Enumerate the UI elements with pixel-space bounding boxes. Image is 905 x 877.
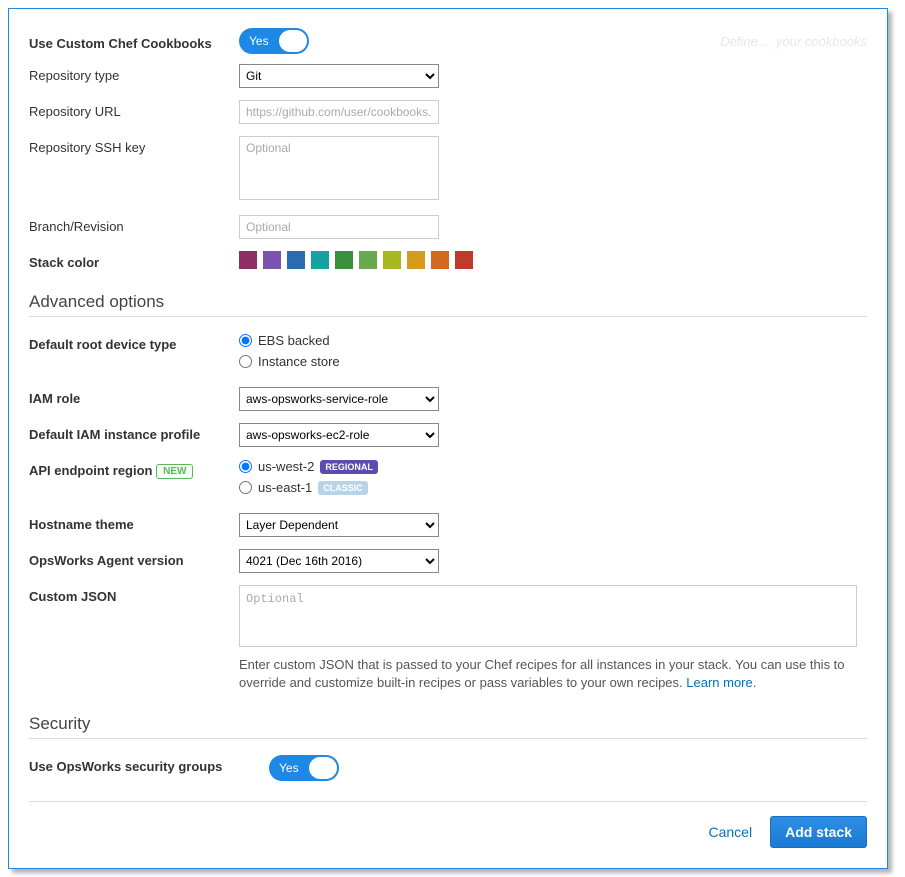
footer: Cancel Add stack xyxy=(29,816,867,848)
hostname-label: Hostname theme xyxy=(29,513,239,532)
color-swatches xyxy=(239,251,867,269)
use-sg-label: Use OpsWorks security groups xyxy=(29,755,269,774)
add-stack-button[interactable]: Add stack xyxy=(770,816,867,848)
torn-edge xyxy=(9,9,887,23)
repo-url-label: Repository URL xyxy=(29,100,239,119)
repo-url-row: Repository URL xyxy=(29,100,867,124)
use-sg-toggle[interactable]: Yes xyxy=(269,755,339,781)
custom-json-help: Enter custom JSON that is passed to your… xyxy=(239,656,857,692)
branch-label: Branch/Revision xyxy=(29,215,239,234)
color-swatch-3[interactable] xyxy=(311,251,329,269)
color-swatch-5[interactable] xyxy=(359,251,377,269)
use-sg-row: Use OpsWorks security groups Yes xyxy=(29,755,867,781)
color-swatch-6[interactable] xyxy=(383,251,401,269)
hostname-select[interactable]: Layer Dependent xyxy=(239,513,439,537)
new-badge: NEW xyxy=(156,464,193,479)
ssh-key-textarea[interactable] xyxy=(239,136,439,200)
color-swatch-7[interactable] xyxy=(407,251,425,269)
settings-panel: Use Custom Chef Cookbooks Yes Define ...… xyxy=(8,8,888,869)
iam-profile-select[interactable]: aws-opsworks-ec2-role xyxy=(239,423,439,447)
root-instance-radio[interactable] xyxy=(239,355,252,368)
iam-role-row: IAM role aws-opsworks-service-role xyxy=(29,387,867,411)
root-device-label: Default root device type xyxy=(29,333,239,352)
agent-row: OpsWorks Agent version 4021 (Dec 16th 20… xyxy=(29,549,867,573)
toggle-knob xyxy=(279,30,307,52)
repo-type-label: Repository type xyxy=(29,64,239,83)
root-ebs-radio[interactable] xyxy=(239,334,252,347)
region-east-radio[interactable] xyxy=(239,481,252,494)
classic-badge: CLASSIC xyxy=(318,481,368,495)
iam-role-select[interactable]: aws-opsworks-service-role xyxy=(239,387,439,411)
color-swatch-1[interactable] xyxy=(263,251,281,269)
security-rule xyxy=(29,738,867,739)
iam-role-label: IAM role xyxy=(29,387,239,406)
stack-color-label: Stack color xyxy=(29,251,239,270)
toggle-label: Yes xyxy=(249,34,269,48)
root-device-row: Default root device type EBS backed Inst… xyxy=(29,333,867,375)
api-region-row: API endpoint region NEW us-west-2 REGION… xyxy=(29,459,867,501)
use-sg-toggle-label: Yes xyxy=(279,761,299,775)
custom-json-row: Custom JSON Enter custom JSON that is pa… xyxy=(29,585,867,692)
custom-json-help-text: Enter custom JSON that is passed to your… xyxy=(239,657,845,690)
repo-type-row: Repository type Git xyxy=(29,64,867,88)
hostname-row: Hostname theme Layer Dependent xyxy=(29,513,867,537)
region-west-radio[interactable] xyxy=(239,460,252,473)
branch-row: Branch/Revision xyxy=(29,215,867,239)
api-region-label-text: API endpoint region xyxy=(29,463,153,478)
learn-more-link[interactable]: Learn more xyxy=(686,675,752,690)
api-region-label: API endpoint region NEW xyxy=(29,459,239,479)
footer-rule xyxy=(29,801,867,802)
stack-color-row: Stack color xyxy=(29,251,867,270)
iam-profile-label: Default IAM instance profile xyxy=(29,423,239,442)
ssh-key-row: Repository SSH key xyxy=(29,136,867,203)
regional-badge: REGIONAL xyxy=(320,460,378,474)
color-swatch-4[interactable] xyxy=(335,251,353,269)
repo-url-input[interactable] xyxy=(239,100,439,124)
region-east-label: us-east-1 xyxy=(258,480,312,495)
color-swatch-9[interactable] xyxy=(455,251,473,269)
cancel-button[interactable]: Cancel xyxy=(708,824,752,840)
color-swatch-0[interactable] xyxy=(239,251,257,269)
root-instance-label: Instance store xyxy=(258,354,340,369)
agent-select[interactable]: 4021 (Dec 16th 2016) xyxy=(239,549,439,573)
ssh-key-label: Repository SSH key xyxy=(29,136,239,155)
use-sg-toggle-knob xyxy=(309,757,337,779)
agent-label: OpsWorks Agent version xyxy=(29,549,239,568)
use-cookbooks-label: Use Custom Chef Cookbooks xyxy=(29,32,239,51)
use-cookbooks-row: Use Custom Chef Cookbooks Yes Define ...… xyxy=(29,28,867,54)
root-ebs-label: EBS backed xyxy=(258,333,330,348)
custom-json-label: Custom JSON xyxy=(29,585,239,604)
repo-type-select[interactable]: Git xyxy=(239,64,439,88)
iam-profile-row: Default IAM instance profile aws-opswork… xyxy=(29,423,867,447)
color-swatch-8[interactable] xyxy=(431,251,449,269)
security-heading: Security xyxy=(29,714,867,734)
use-cookbooks-toggle[interactable]: Yes xyxy=(239,28,309,54)
custom-json-textarea[interactable] xyxy=(239,585,857,647)
advanced-heading: Advanced options xyxy=(29,292,867,312)
region-west-label: us-west-2 xyxy=(258,459,314,474)
branch-input[interactable] xyxy=(239,215,439,239)
color-swatch-2[interactable] xyxy=(287,251,305,269)
cookbooks-hint: Define ... your cookbooks xyxy=(720,34,867,49)
advanced-rule xyxy=(29,316,867,317)
